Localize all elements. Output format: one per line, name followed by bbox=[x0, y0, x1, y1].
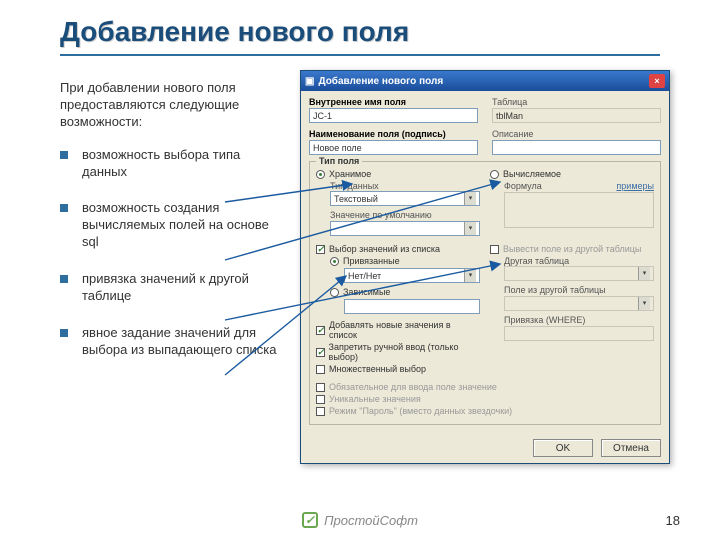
table-label: Таблица bbox=[492, 97, 661, 107]
other-field-label: Поле из другой таблицы bbox=[504, 285, 654, 295]
internal-name-label: Внутреннее имя поля bbox=[309, 97, 478, 107]
field-type-title: Тип поля bbox=[316, 156, 362, 166]
check-password[interactable]: Режим "Пароль" (вместо данных звездочки) bbox=[316, 406, 654, 416]
dialog-body: Внутреннее имя поля JC-1 Таблица tblMan … bbox=[301, 91, 669, 433]
explanation-column: При добавлении нового поля предоставляют… bbox=[60, 80, 280, 464]
data-type-select[interactable]: Текстовый▾ bbox=[330, 191, 480, 206]
default-label: Значение по умолчанию bbox=[330, 210, 480, 220]
content: При добавлении нового поля предоставляют… bbox=[0, 60, 720, 464]
dialog-titlebar[interactable]: ▣ Добавление нового поля × bbox=[301, 71, 669, 91]
chevron-down-icon[interactable]: ▾ bbox=[464, 269, 476, 282]
default-input[interactable]: ▾ bbox=[330, 221, 480, 236]
bound-values-select[interactable]: Нет/Нет▾ bbox=[344, 268, 480, 283]
caption-label: Наименование поля (подпись) bbox=[309, 129, 478, 139]
formula-input bbox=[504, 192, 654, 228]
chevron-down-icon[interactable]: ▾ bbox=[464, 222, 476, 235]
caption-input[interactable]: Новое поле bbox=[309, 140, 478, 155]
logo: ✓ ПростойСофт bbox=[302, 512, 418, 528]
check-multiselect[interactable]: Множественный выбор bbox=[316, 364, 480, 374]
dialog-buttons: OK Отмена bbox=[301, 433, 669, 463]
footer: ✓ ПростойСофт 18 bbox=[0, 512, 720, 528]
check-required[interactable]: Обязательное для ввода поле значение bbox=[316, 382, 654, 392]
check-add-new[interactable]: Добавлять новые значения в список bbox=[316, 320, 480, 340]
where-input bbox=[504, 326, 654, 341]
list-item: возможность выбора типа данных bbox=[60, 147, 280, 181]
radio-calculated[interactable]: Вычисляемое bbox=[490, 169, 654, 179]
cancel-button[interactable]: Отмена bbox=[601, 439, 661, 457]
title-underline bbox=[60, 54, 660, 56]
list-item: явное задание значений для выбора из вып… bbox=[60, 325, 280, 359]
chevron-down-icon: ▾ bbox=[638, 297, 650, 310]
page-number: 18 bbox=[666, 513, 680, 528]
table-display: tblMan bbox=[492, 108, 661, 123]
formula-label: Формула bbox=[504, 181, 542, 191]
field-type-group: Тип поля Хранимое Тип данных Текстовый▾ … bbox=[309, 161, 661, 425]
description-input[interactable] bbox=[492, 140, 661, 155]
check-other-table[interactable]: Вывести поле из другой таблицы bbox=[490, 244, 654, 254]
app-icon: ▣ bbox=[305, 76, 314, 87]
logo-text: ПростойСофт bbox=[324, 513, 418, 528]
radio-bound-values[interactable]: Привязанные bbox=[330, 256, 480, 266]
other-table-label: Другая таблица bbox=[504, 256, 569, 266]
dialog-title: Добавление нового поля bbox=[318, 76, 443, 87]
feature-list: возможность выбора типа данных возможнос… bbox=[60, 147, 280, 359]
description-label: Описание bbox=[492, 129, 661, 139]
check-icon: ✓ bbox=[302, 512, 318, 528]
radio-stored[interactable]: Хранимое bbox=[316, 169, 480, 179]
chevron-down-icon[interactable]: ▾ bbox=[464, 192, 476, 205]
where-label: Привязка (WHERE) bbox=[504, 315, 654, 325]
dependent-field bbox=[344, 299, 480, 314]
other-table-select: ▾ bbox=[504, 266, 654, 281]
internal-name-input[interactable]: JC-1 bbox=[309, 108, 478, 123]
check-no-edit[interactable]: Запретить ручной ввод (только выбор) bbox=[316, 342, 480, 362]
chevron-down-icon: ▾ bbox=[638, 267, 650, 280]
radio-dependent-values[interactable]: Зависимые bbox=[330, 287, 480, 297]
list-item: возможность создания вычисляемых полей н… bbox=[60, 200, 280, 251]
page-title: Добавление нового поля bbox=[60, 16, 660, 48]
close-icon[interactable]: × bbox=[649, 74, 665, 88]
check-list-values[interactable]: Выбор значений из списка bbox=[316, 244, 480, 254]
data-type-label: Тип данных bbox=[330, 181, 379, 191]
other-field-select: ▾ bbox=[504, 296, 654, 311]
intro-text: При добавлении нового поля предоставляют… bbox=[60, 80, 280, 131]
formula-examples-link[interactable]: примеры bbox=[616, 181, 654, 191]
ok-button[interactable]: OK bbox=[533, 439, 593, 457]
check-unique[interactable]: Уникальные значения bbox=[316, 394, 654, 404]
title-area: Добавление нового поля bbox=[0, 0, 720, 60]
list-item: привязка значений к другой таблице bbox=[60, 271, 280, 305]
add-field-dialog: ▣ Добавление нового поля × Внутреннее им… bbox=[300, 70, 670, 464]
